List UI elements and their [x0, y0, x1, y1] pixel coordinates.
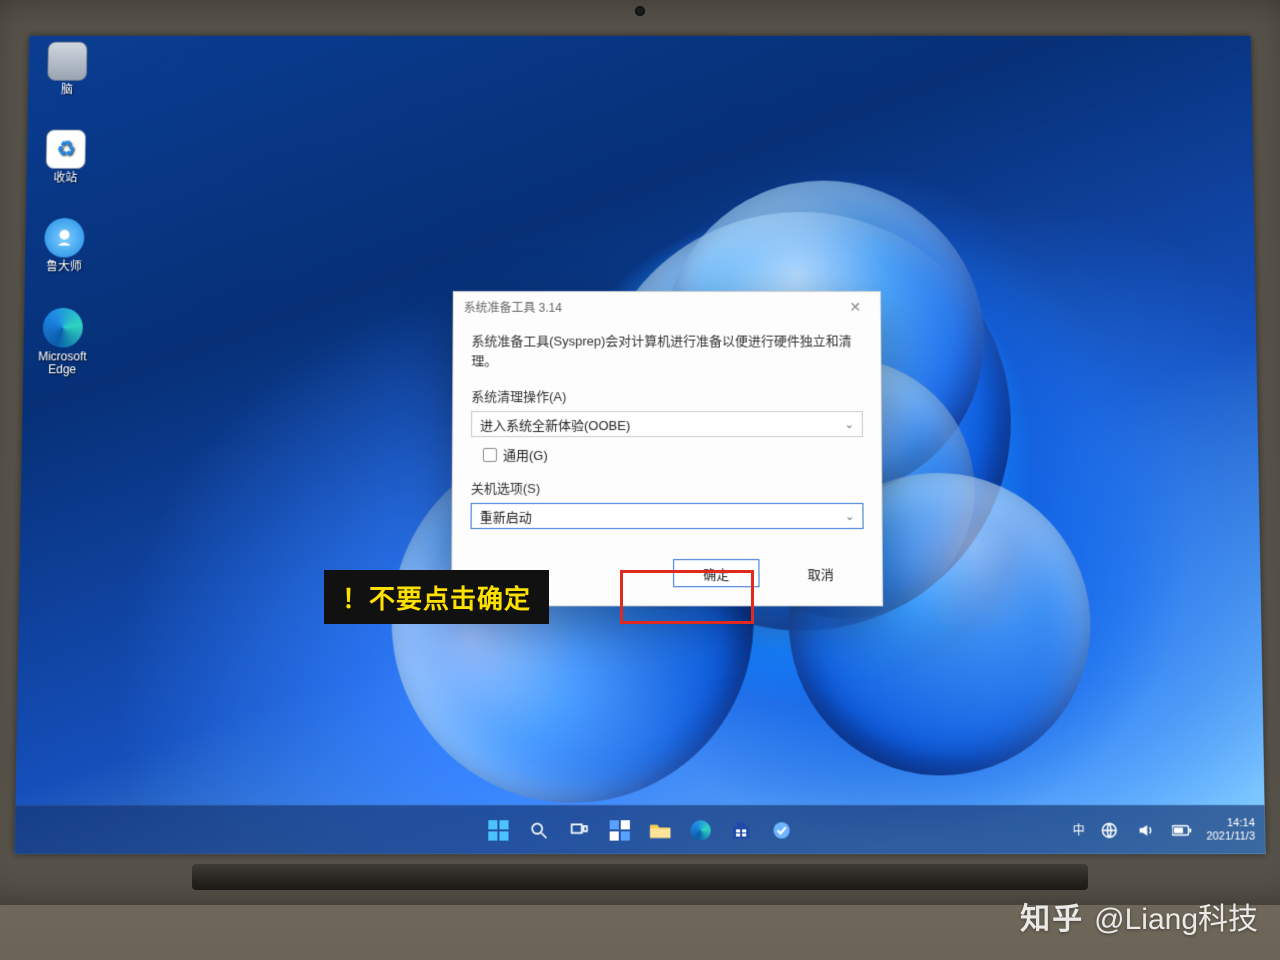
app-icon[interactable]	[769, 818, 793, 842]
clock-time: 14:14	[1206, 817, 1255, 830]
edge-taskbar-icon[interactable]	[689, 818, 713, 842]
watermark-handle: @Liang科技	[1094, 894, 1258, 938]
taskview-icon[interactable]	[567, 818, 591, 842]
screen: 脑 ♻ 收站 鲁大师 Microsoft Edge 系统准备工具 3.14 ✕	[15, 36, 1266, 854]
start-button[interactable]	[486, 818, 510, 842]
dialog-description: 系统准备工具(Sysprep)会对计算机进行准备以便进行硬件独立和清理。	[471, 332, 862, 371]
battery-icon[interactable]	[1170, 818, 1195, 842]
checkbox-icon	[483, 447, 497, 461]
desktop-icon-recycle[interactable]: ♻ 收站	[31, 130, 101, 185]
shutdown-option-combo[interactable]: 重新启动 ⌄	[471, 503, 864, 529]
ime-indicator[interactable]: 中	[1073, 821, 1085, 838]
sysprep-dialog: 系统准备工具 3.14 ✕ 系统准备工具(Sysprep)会对计算机进行准备以便…	[451, 291, 883, 606]
store-icon[interactable]	[729, 818, 753, 842]
chevron-down-icon: ⌄	[845, 418, 854, 431]
desktop-icon-label: 鲁大师	[46, 261, 82, 274]
explorer-icon[interactable]	[648, 818, 672, 842]
webcam-dot	[635, 6, 645, 16]
volume-icon[interactable]	[1133, 818, 1158, 842]
desktop-icon-ludashi[interactable]: 鲁大师	[29, 218, 100, 273]
computer-icon	[47, 42, 87, 81]
cancel-button-label: 取消	[808, 564, 834, 583]
edge-icon	[43, 307, 84, 347]
ludashi-icon	[44, 218, 84, 257]
cleanup-action-combo[interactable]: 进入系统全新体验(OOBE) ⌄	[471, 411, 863, 437]
desktop-icon-label: Microsoft Edge	[27, 350, 97, 376]
clock-date: 2021/11/3	[1206, 830, 1255, 843]
annotation-caption: ！不要点击确定	[324, 570, 549, 624]
laptop-hinge	[192, 864, 1088, 890]
watermark: 知乎 @Liang科技	[1020, 894, 1258, 938]
chevron-down-icon: ⌄	[845, 509, 854, 522]
widgets-icon[interactable]	[608, 818, 632, 842]
cleanup-action-value: 进入系统全新体验(OOBE)	[480, 415, 630, 434]
close-icon[interactable]: ✕	[840, 298, 870, 315]
search-icon[interactable]	[527, 818, 551, 842]
generalize-label: 通用(G)	[503, 445, 548, 464]
dialog-titlebar[interactable]: 系统准备工具 3.14 ✕	[454, 292, 881, 322]
recycle-icon: ♻	[46, 130, 86, 169]
desktop-icon-label: 脑	[61, 84, 73, 97]
dialog-title: 系统准备工具 3.14	[464, 298, 562, 315]
ok-button-label: 确定	[703, 564, 729, 583]
desktop-icon-computer[interactable]: 脑	[32, 42, 102, 97]
desktop-icon-edge[interactable]: Microsoft Edge	[27, 307, 98, 376]
desktop-icon-label: 收站	[53, 172, 77, 185]
taskbar: 中 14:14 2021/11/3	[15, 805, 1266, 854]
shutdown-option-label: 关机选项(S)	[471, 478, 864, 497]
ok-button[interactable]: 确定	[673, 559, 759, 587]
cancel-button[interactable]: 取消	[777, 559, 863, 587]
generalize-checkbox[interactable]: 通用(G)	[483, 445, 863, 464]
shutdown-option-value: 重新启动	[480, 506, 532, 525]
watermark-site: 知乎	[1020, 894, 1084, 938]
cleanup-action-label: 系统清理操作(A)	[471, 386, 863, 405]
network-icon[interactable]	[1097, 818, 1122, 842]
clock[interactable]: 14:14 2021/11/3	[1206, 817, 1255, 843]
